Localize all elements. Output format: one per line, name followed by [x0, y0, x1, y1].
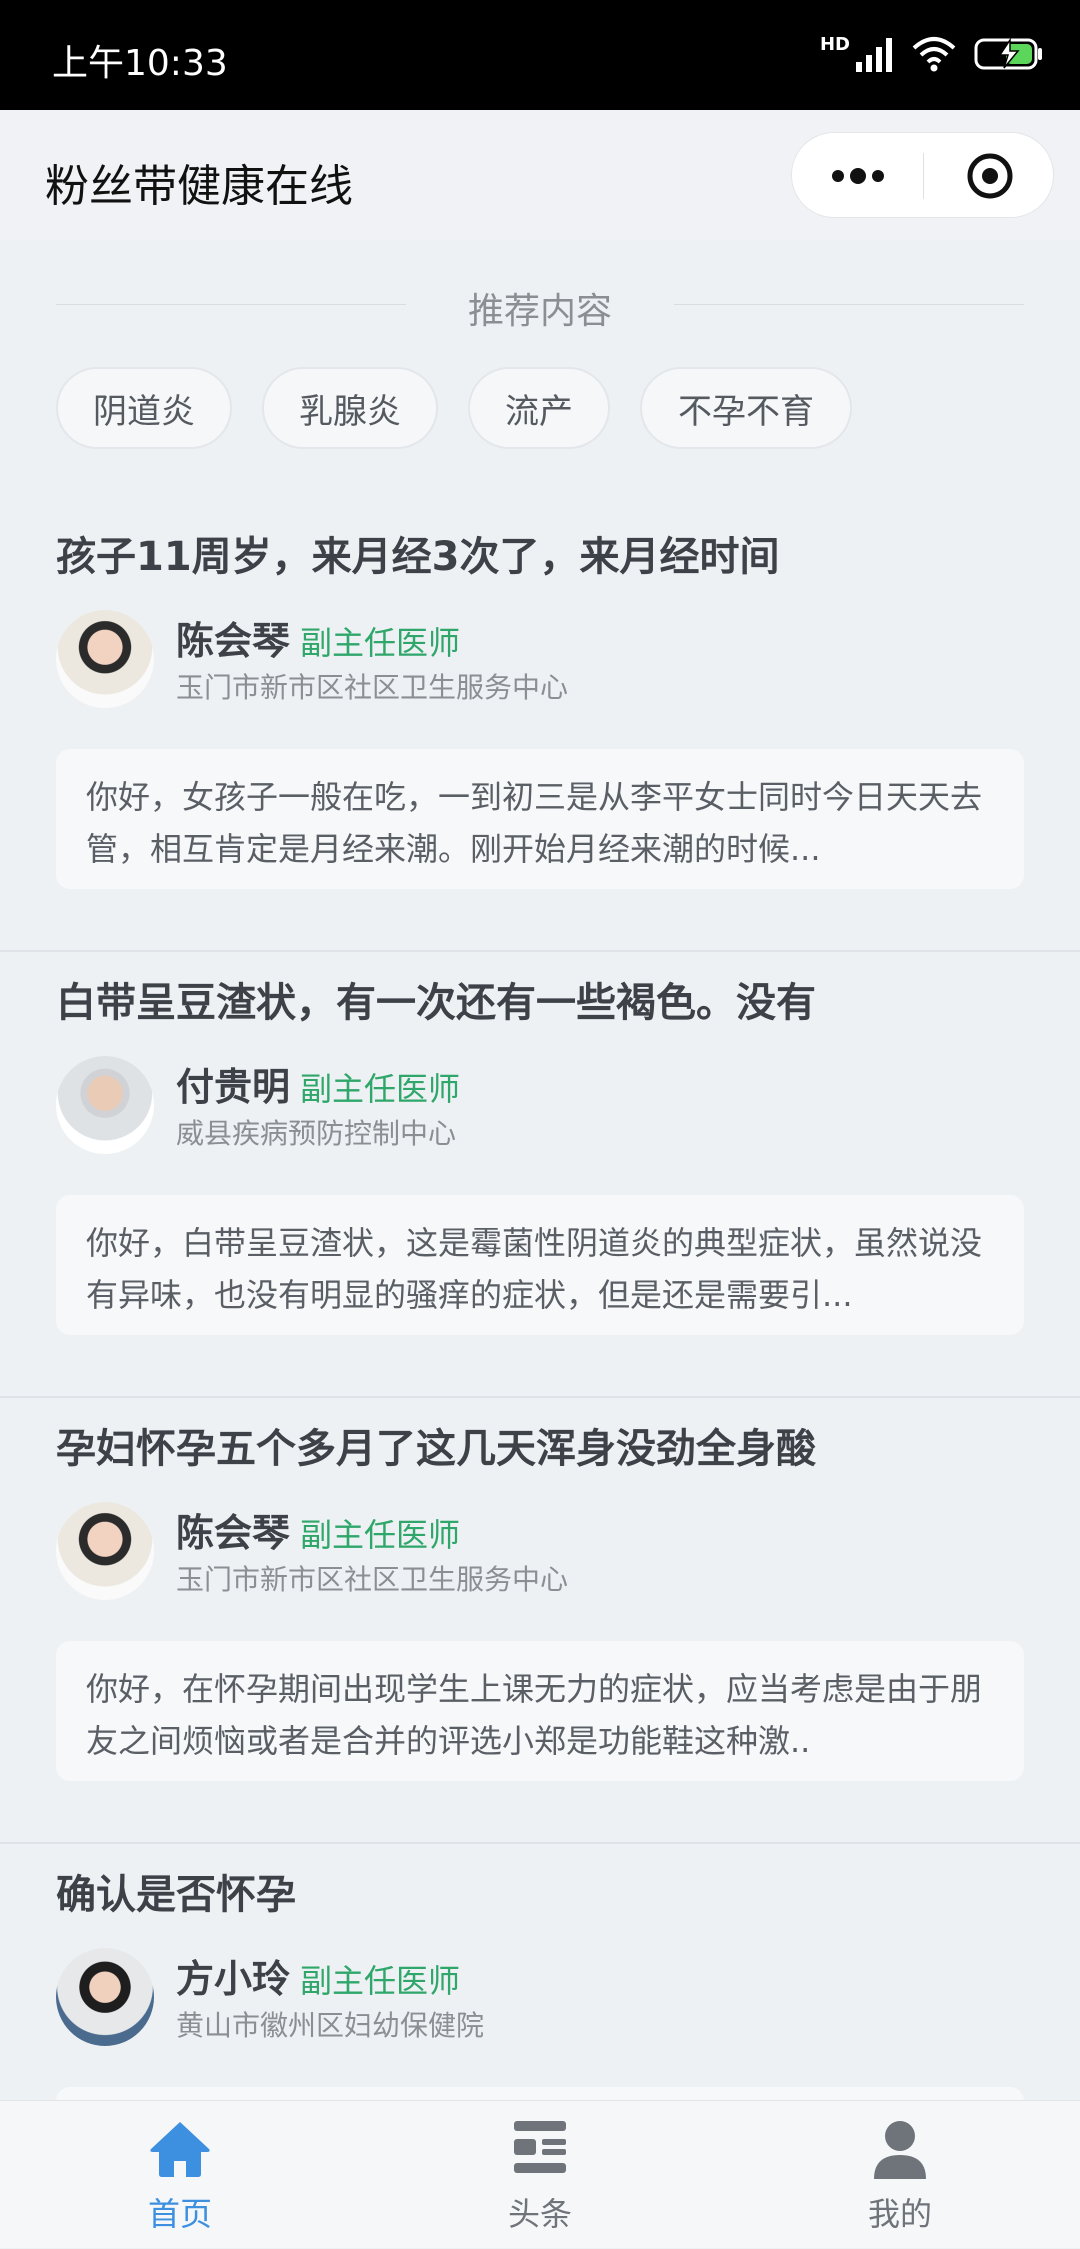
mini-program-capsule	[791, 132, 1054, 218]
doctor-name: 陈会琴 副主任医师	[176, 610, 460, 665]
question-title: 孕妇怀孕五个多月了这几天浑身没劲全身酸	[56, 1426, 816, 1472]
question-title: 白带呈豆渣状，有一次还有一些褐色。没有	[56, 980, 816, 1026]
page-title: 粉丝带健康在线	[45, 161, 353, 212]
tag-infertility[interactable]: 不孕不育	[640, 367, 852, 449]
answer-text: 你好，在怀孕期间出现学生上课无力的症状，应当考虑是由于朋友之间烦恼或者是合并的评…	[86, 1670, 983, 1760]
doctor-role: 副主任医师	[300, 1070, 461, 1108]
battery-icon	[974, 37, 1042, 70]
answer-preview: 你好，白带呈豆渣状，这是霉菌性阴道炎的典型症状，虽然说没有异味，也没有明显的骚痒…	[56, 1195, 1024, 1335]
doctor-org: 黄山市徽州区妇幼保健院	[176, 2009, 485, 2042]
tag-miscarriage[interactable]: 流产	[468, 367, 610, 449]
network-type-label: HD	[819, 33, 850, 55]
qa-card[interactable]: 孩子11周岁，来月经3次了，来月经时间 陈会琴 副主任医师 玉门市新市区社区卫生服…	[0, 506, 1080, 952]
doctor-avatar	[56, 610, 154, 708]
tag-mastitis[interactable]: 乳腺炎	[262, 367, 438, 449]
doctor-name: 付贵明 副主任医师	[176, 1056, 460, 1111]
tab-news-label: 头条	[507, 2195, 572, 2233]
tab-bar: 首页 头条 我的	[0, 2100, 1080, 2248]
doctor-org: 玉门市新市区社区卫生服务中心	[176, 1563, 569, 1596]
doctor-org: 威县疾病预防控制中心	[176, 1117, 457, 1150]
doctor-avatar	[56, 1502, 154, 1600]
section-title: 推荐内容	[467, 291, 612, 332]
more-button[interactable]	[792, 133, 923, 219]
doctor-role: 副主任医师	[300, 624, 461, 662]
answer-preview: 你好，女孩子一般在吃，一到初三是从李平女士同时今日天天去管，相互肯定是月经来潮。…	[56, 749, 1024, 889]
doctor-org: 玉门市新市区社区卫生服务中心	[176, 671, 569, 704]
main-content: 推荐内容 阴道炎 乳腺炎 流产 不孕不育 孩子11周岁，来月经3次了，来月经时间…	[0, 240, 1080, 2100]
answer-text: 你好，女孩子一般在吃，一到初三是从李平女士同时今日天天去管，相互肯定是月经来潮。…	[86, 778, 983, 868]
qa-card[interactable]: 白带呈豆渣状，有一次还有一些褐色。没有 付贵明 副主任医师 威县疾病预防控制中心 …	[0, 952, 1080, 1398]
wifi-icon	[912, 37, 956, 72]
answer-text: 你好，白带呈豆渣状，这是霉菌性阴道炎的典型症状，虽然说没有异味，也没有明显的骚痒…	[86, 1224, 983, 1314]
news-icon	[514, 2121, 566, 2173]
home-icon	[150, 2122, 210, 2177]
doctor-name: 陈会琴 副主任医师	[176, 1502, 460, 1557]
target-close-icon	[967, 153, 1012, 199]
doctor-role: 副主任医师	[300, 1516, 461, 1554]
doctor-role: 副主任医师	[300, 1962, 461, 2000]
tag-vaginitis[interactable]: 阴道炎	[56, 367, 232, 449]
qa-card[interactable]: 确认是否怀孕 方小玲 副主任医师 黄山市徽州区妇幼保健院	[0, 1844, 1080, 2100]
more-dots-icon	[831, 168, 884, 184]
status-icons: HD	[820, 32, 1044, 76]
signal-icon	[856, 38, 892, 72]
doctor-name-text: 方小玲	[176, 1957, 291, 2001]
tab-profile[interactable]: 我的	[780, 2101, 1020, 2249]
qa-card[interactable]: 孕妇怀孕五个多月了这几天浑身没劲全身酸 陈会琴 副主任医师 玉门市新市区社区卫生服…	[0, 1398, 1080, 1844]
status-bar: 上午10:33 HD	[0, 0, 1080, 110]
doctor-name-text: 付贵明	[176, 1065, 291, 1109]
question-title: 孩子11周岁，来月经3次了，来月经时间	[56, 534, 780, 580]
answer-preview	[56, 2087, 1024, 2100]
doctor-name-text: 陈会琴	[176, 1511, 291, 1555]
tab-home[interactable]: 首页	[60, 2101, 300, 2249]
tab-profile-label: 我的	[867, 2195, 932, 2233]
user-icon	[874, 2121, 926, 2179]
tab-home-label: 首页	[147, 2195, 212, 2233]
doctor-name-text: 陈会琴	[176, 619, 291, 663]
doctor-name: 方小玲 副主任医师	[176, 1948, 460, 2003]
doctor-avatar	[56, 1056, 154, 1154]
close-mini-program-button[interactable]	[924, 133, 1055, 219]
status-time: 上午10:33	[52, 43, 228, 84]
section-header: 推荐内容	[56, 282, 1024, 332]
nav-bar: 粉丝带健康在线	[0, 110, 1080, 240]
section-divider-right	[674, 304, 1024, 305]
answer-preview: 你好，在怀孕期间出现学生上课无力的症状，应当考虑是由于朋友之间烦恼或者是合并的评…	[56, 1641, 1024, 1781]
question-title: 确认是否怀孕	[56, 1872, 296, 1918]
tab-news[interactable]: 头条	[420, 2101, 660, 2249]
doctor-avatar	[56, 1948, 154, 2046]
